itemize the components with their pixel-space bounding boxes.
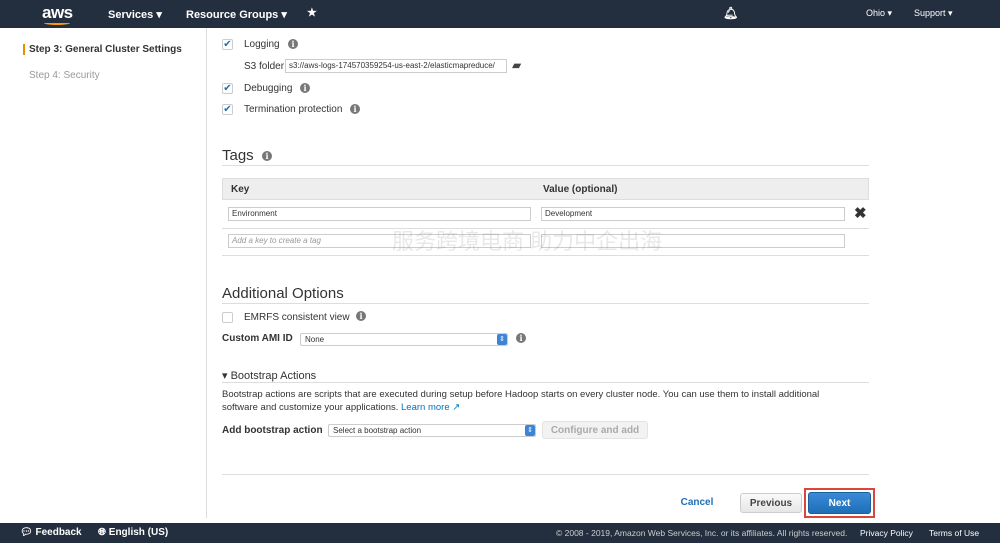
divider xyxy=(222,474,869,475)
privacy-policy-link[interactable]: Privacy Policy xyxy=(860,528,913,538)
region-label: Ohio xyxy=(866,8,886,18)
emrfs-label: EMRFS consistent view xyxy=(244,312,350,323)
configure-and-add-button[interactable]: Configure and add xyxy=(542,421,648,439)
resource-groups-menu[interactable]: Resource Groups ▾ xyxy=(186,8,287,21)
footer: 💬︎ Feedback 🌐︎ English (US) © 2008 - 201… xyxy=(0,523,1000,543)
previous-button[interactable]: Previous xyxy=(740,493,802,513)
resource-groups-label: Resource Groups xyxy=(186,9,279,21)
region-menu[interactable]: Ohio ▾ xyxy=(866,8,892,19)
add-bootstrap-label: Add bootstrap action xyxy=(222,425,323,436)
support-menu[interactable]: Support ▾ xyxy=(914,8,953,19)
value-column-header: Value (optional) xyxy=(543,184,618,195)
custom-ami-value: None xyxy=(305,335,325,344)
bootstrap-action-value: Select a bootstrap action xyxy=(333,426,422,435)
external-link-icon: ↗ xyxy=(452,402,461,413)
logging-checkbox[interactable]: ✔ xyxy=(222,39,233,50)
caret-down-icon: ▾ xyxy=(222,370,231,382)
feedback-label: Feedback xyxy=(35,527,82,538)
bootstrap-heading: Bootstrap Actions xyxy=(230,370,317,382)
divider xyxy=(222,303,869,304)
s3-folder-input[interactable]: s3://aws-logs-174570359254-us-east-2/ela… xyxy=(285,59,507,73)
next-button[interactable]: Next xyxy=(808,492,871,514)
services-menu[interactable]: Services ▾ xyxy=(108,8,162,21)
chevron-down-icon: ▾ xyxy=(156,9,162,21)
pin-icon[interactable]: ★ xyxy=(307,6,317,19)
debugging-checkbox[interactable]: ✔ xyxy=(222,83,233,94)
info-icon[interactable]: i xyxy=(516,333,526,343)
additional-options-heading: Additional Options xyxy=(222,285,344,302)
termination-label: Termination protection xyxy=(244,104,343,115)
select-arrows-icon: ⇕ xyxy=(497,334,507,345)
divider xyxy=(222,165,869,166)
step-3-link[interactable]: Step 3: General Cluster Settings xyxy=(23,44,182,55)
tag-key-input[interactable]: Environment xyxy=(228,207,531,221)
custom-ami-select[interactable]: None ⇕ xyxy=(300,333,508,346)
cancel-button[interactable]: Cancel xyxy=(672,493,722,513)
top-nav-bar: aws Services ▾ Resource Groups ▾ ★ 🔔︎ Oh… xyxy=(0,0,1000,28)
divider xyxy=(222,228,869,229)
step-4-link[interactable]: Step 4: Security xyxy=(29,70,100,81)
bootstrap-action-select[interactable]: Select a bootstrap action ⇕ xyxy=(328,424,536,437)
info-icon[interactable]: i xyxy=(300,83,310,93)
language-selector[interactable]: 🌐︎ English (US) xyxy=(98,527,168,538)
remove-tag-icon[interactable]: ✖ xyxy=(854,204,867,222)
emrfs-checkbox[interactable] xyxy=(222,312,233,323)
support-label: Support xyxy=(914,8,946,18)
bootstrap-description-text: software and customize your applications… xyxy=(222,402,399,413)
custom-ami-label: Custom AMI ID xyxy=(222,333,293,344)
info-icon[interactable]: i xyxy=(288,39,298,49)
new-tag-key-input[interactable]: Add a key to create a tag xyxy=(228,234,531,248)
wizard-sidebar: Step 3: General Cluster Settings Step 4:… xyxy=(0,28,207,518)
chevron-down-icon: ▾ xyxy=(281,9,287,21)
learn-more-link[interactable]: Learn more xyxy=(401,402,450,413)
select-arrows-icon: ⇕ xyxy=(525,425,535,436)
bootstrap-description-2: software and customize your applications… xyxy=(222,402,460,413)
key-column-header: Key xyxy=(231,184,250,195)
divider xyxy=(222,382,869,383)
info-icon[interactable]: i xyxy=(262,151,272,161)
aws-smile-icon xyxy=(44,21,70,25)
info-icon[interactable]: i xyxy=(356,311,366,321)
termination-checkbox[interactable]: ✔ xyxy=(222,104,233,115)
copyright: © 2008 - 2019, Amazon Web Services, Inc.… xyxy=(556,528,848,538)
tags-table-header: Key Value (optional) xyxy=(222,178,869,200)
logging-label: Logging xyxy=(244,39,280,50)
info-icon[interactable]: i xyxy=(350,104,360,114)
bootstrap-description: Bootstrap actions are scripts that are e… xyxy=(222,389,820,400)
aws-logo[interactable]: aws xyxy=(42,3,73,23)
new-tag-value-input[interactable] xyxy=(541,234,845,248)
s3-folder-label: S3 folder xyxy=(244,61,285,72)
divider xyxy=(222,255,869,256)
language-label: English (US) xyxy=(108,527,169,538)
tags-heading: Tags xyxy=(222,147,254,164)
folder-open-icon[interactable]: ▰ xyxy=(512,58,521,72)
services-label: Services xyxy=(108,9,154,21)
debugging-label: Debugging xyxy=(244,83,293,94)
feedback-button[interactable]: 💬︎ Feedback xyxy=(20,527,82,538)
bootstrap-toggle[interactable]: ▾ Bootstrap Actions xyxy=(222,369,316,382)
bell-icon[interactable]: 🔔︎ xyxy=(723,6,738,20)
terms-link[interactable]: Terms of Use xyxy=(929,528,979,538)
tag-value-input[interactable]: Development xyxy=(541,207,845,221)
